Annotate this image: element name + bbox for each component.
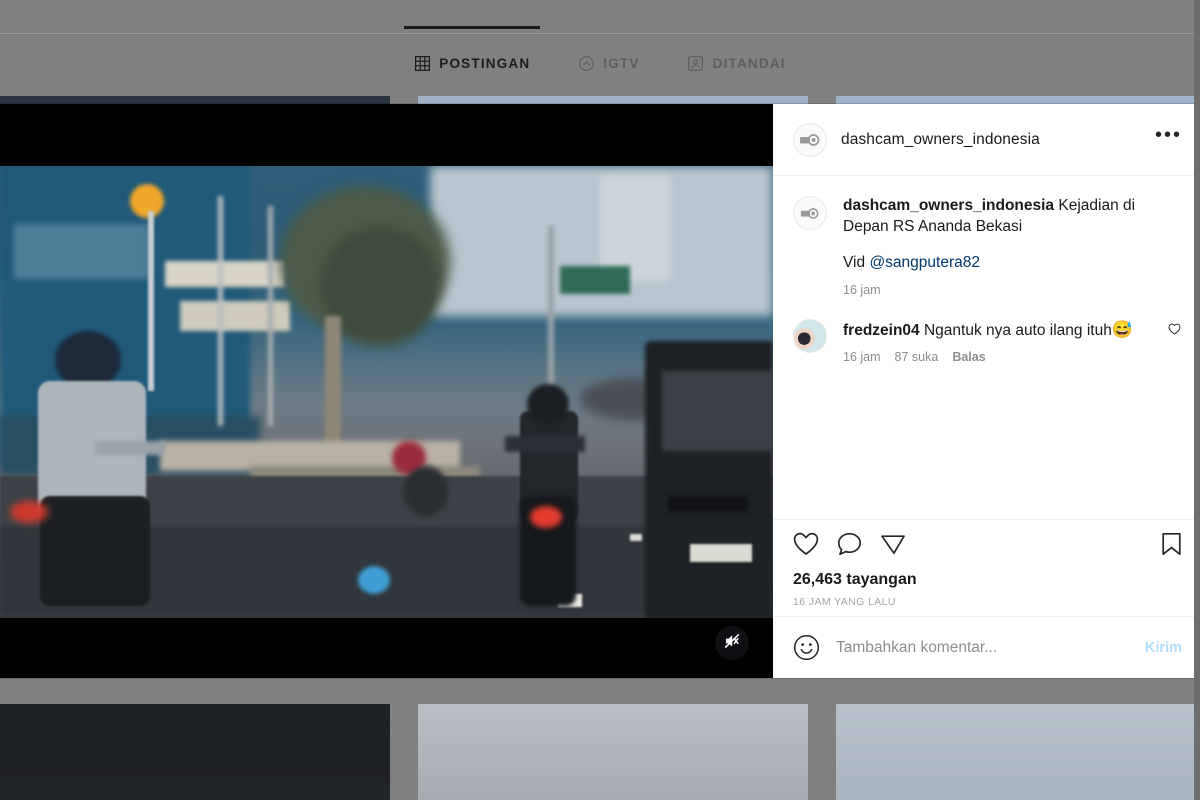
comments-list[interactable]: dashcam_owners_indonesia Kejadian di Dep…	[773, 176, 1200, 519]
share-paper-plane-icon	[880, 532, 906, 561]
tab-postingan-label: POSTINGAN	[439, 55, 531, 71]
bookmark-icon	[1161, 532, 1182, 561]
dashcam-logo-avatar[interactable]	[793, 122, 827, 157]
grid-thumbnail[interactable]	[0, 704, 390, 800]
tab-igtv[interactable]: IGTV	[554, 34, 663, 92]
submit-comment-button[interactable]: Kirim	[1145, 640, 1182, 656]
view-count: 26,463 tayangan	[793, 571, 917, 588]
grid-thumbnail[interactable]	[418, 704, 808, 800]
post-caption: dashcam_owners_indonesia Kejadian di Dep…	[793, 196, 1182, 297]
heart-icon[interactable]	[1168, 319, 1182, 365]
caption-username[interactable]: dashcam_owners_indonesia	[843, 197, 1054, 214]
post-media[interactable]	[0, 104, 773, 678]
profile-tabbar: POSTINGAN IGTV DITANDAI	[0, 26, 1200, 92]
comment-username[interactable]: fredzein04	[843, 322, 920, 339]
comment-text: Ngantuk nya auto ilang ituh	[923, 321, 1112, 339]
like-button[interactable]	[793, 532, 819, 561]
add-comment-bar: Kirim	[773, 616, 1200, 678]
tab-postingan[interactable]: POSTINGAN	[390, 26, 554, 92]
comment-time: 16 jam	[843, 350, 881, 365]
caption-mention[interactable]: @sangputera82	[869, 254, 980, 271]
tab-igtv-label: IGTV	[603, 55, 640, 71]
window-scrollbar[interactable]	[1194, 0, 1200, 800]
caption-vid-prefix: Vid	[843, 254, 870, 272]
heart-icon	[793, 532, 819, 561]
save-button[interactable]	[1161, 532, 1182, 561]
grid-thumbnail[interactable]	[836, 704, 1200, 800]
grid-icon	[414, 55, 430, 71]
comment-input[interactable]	[836, 638, 1129, 657]
video-frame[interactable]	[0, 166, 773, 618]
comment-reply-button[interactable]: Balas	[952, 350, 985, 364]
post-actions: 26,463 tayangan 16 JAM YANG LALU	[773, 519, 1200, 616]
mute-toggle-button[interactable]	[715, 626, 749, 660]
more-options-button[interactable]: •••	[1155, 124, 1182, 155]
instagram-post-screen: POSTINGAN IGTV DITANDAI dashcam_owners_i…	[0, 0, 1200, 800]
igtv-icon	[578, 55, 594, 71]
share-button[interactable]	[880, 532, 906, 561]
avatar[interactable]	[793, 318, 827, 353]
tab-ditandai[interactable]: DITANDAI	[664, 34, 810, 92]
post-timestamp: 16 JAM YANG LALU	[793, 596, 896, 608]
speaker-muted-icon	[723, 632, 741, 655]
post-author-username[interactable]: dashcam_owners_indonesia	[841, 131, 1141, 149]
tagged-person-icon	[688, 55, 704, 71]
dashcam-logo-avatar[interactable]	[793, 196, 827, 230]
comment-likes[interactable]: 87 suka	[895, 350, 939, 364]
comment-item: fredzein04 Ngantuk nya auto ilang ituh😅 …	[793, 318, 1182, 365]
post-side-panel: dashcam_owners_indonesia ••• dashcam_own…	[773, 104, 1200, 678]
comment-emoji: 😅	[1111, 319, 1134, 339]
post-modal: dashcam_owners_indonesia ••• dashcam_own…	[0, 104, 1200, 678]
post-header: dashcam_owners_indonesia •••	[773, 104, 1200, 176]
comment-bubble-icon	[837, 532, 862, 561]
caption-time: 16 jam	[843, 282, 881, 297]
comment-button[interactable]	[837, 532, 862, 561]
smiley-face-icon[interactable]	[793, 634, 820, 661]
tab-ditandai-label: DITANDAI	[712, 55, 786, 71]
